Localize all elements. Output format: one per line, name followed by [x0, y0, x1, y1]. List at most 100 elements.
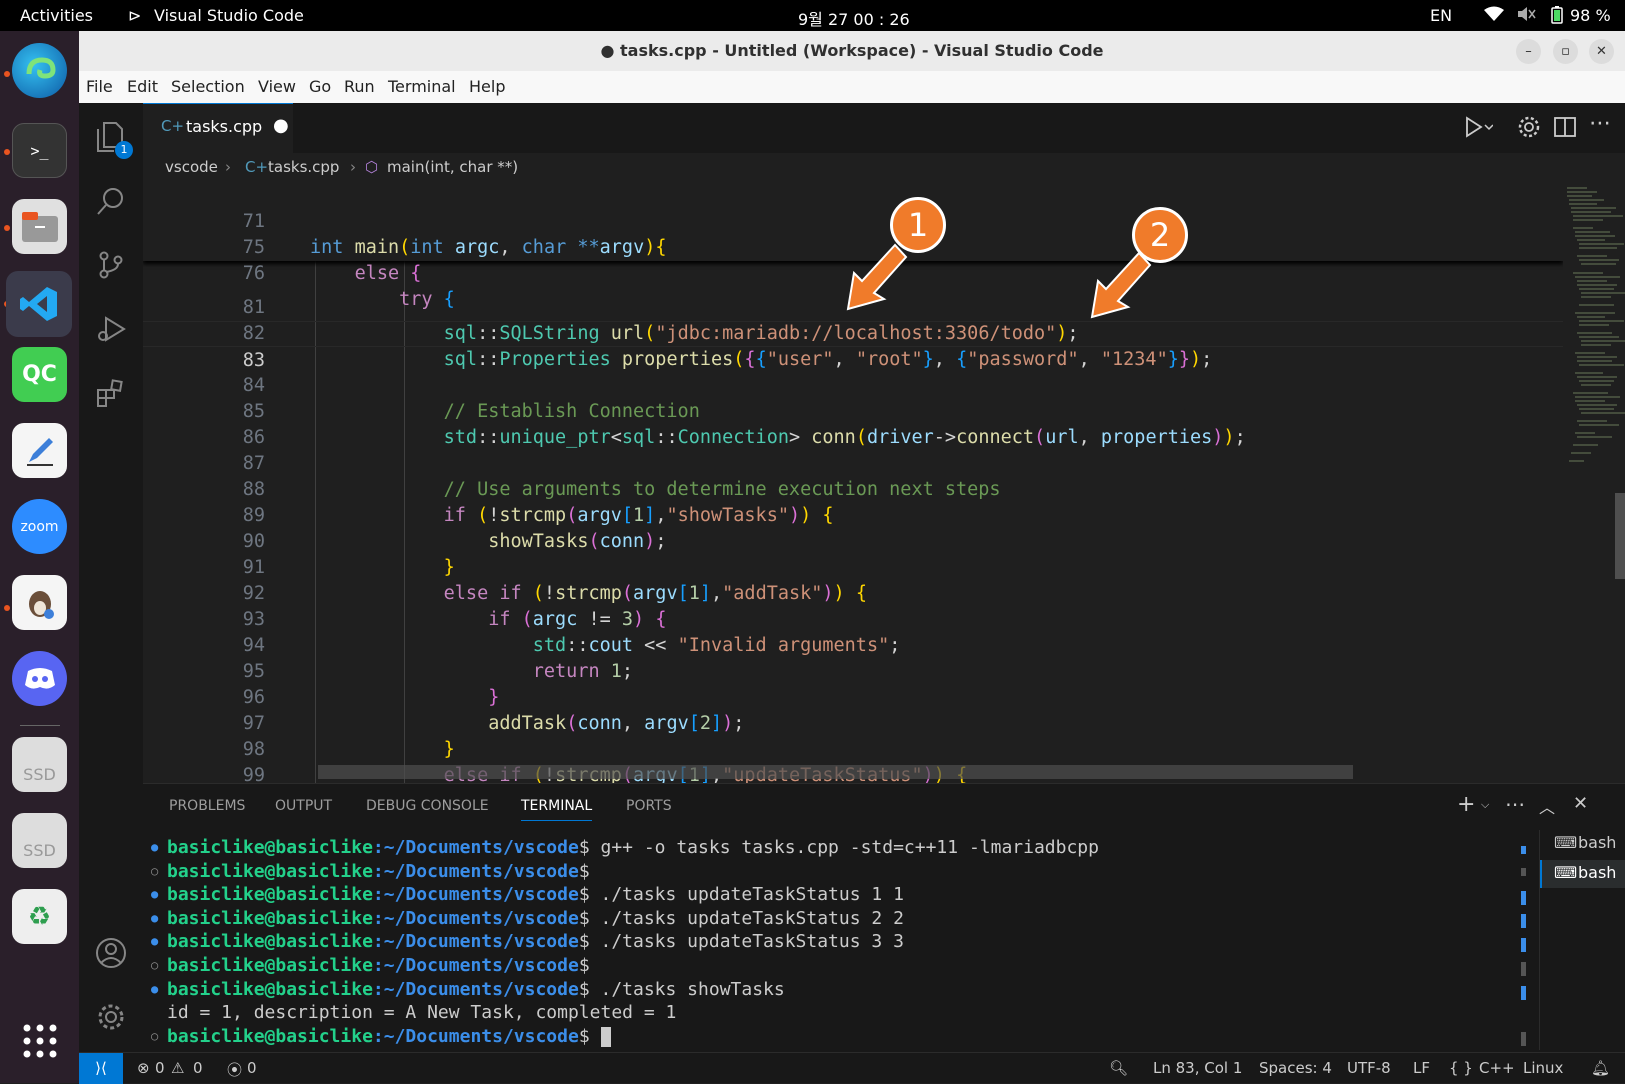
app-menu[interactable]: Visual Studio Code — [154, 6, 304, 25]
remote-indicator-icon[interactable]: ⟩⟨ — [79, 1053, 123, 1084]
error-count[interactable]: 0 — [155, 1059, 165, 1077]
terminal-instance-bash[interactable]: ⌨ bash — [1540, 830, 1625, 858]
tab-debug-console[interactable]: DEBUG CONSOLE — [366, 798, 489, 814]
close-panel-icon[interactable]: ✕ — [1573, 793, 1588, 814]
window-titlebar[interactable]: ● tasks.cpp - Untitled (Workspace) - Vis… — [79, 31, 1625, 71]
trash-icon[interactable]: ♻ — [12, 889, 67, 944]
terminal-scrollbar[interactable] — [1521, 846, 1526, 1046]
new-terminal-plus-icon[interactable]: + — [1457, 792, 1475, 817]
code-line[interactable]: 92 if (argc != 3) { — [143, 555, 1563, 630]
ports-count[interactable]: 0 — [247, 1059, 257, 1077]
breadcrumb-file[interactable]: tasks.cpp — [268, 158, 339, 176]
line-ending[interactable]: LF — [1413, 1059, 1430, 1077]
code-line[interactable]: 98 else if (!strcmp(argv[1],"updateTaskS… — [143, 711, 1563, 783]
command-success-dot-icon[interactable]: ● — [151, 907, 158, 931]
terminal-output[interactable]: basiclike@basiclike:~/Documents/vscode$ … — [143, 836, 1523, 1066]
code-line[interactable]: 90 } — [143, 503, 1563, 578]
menu-file[interactable]: File — [86, 77, 113, 96]
menu-selection[interactable]: Selection — [171, 77, 245, 96]
tab-ports[interactable]: PORTS — [626, 798, 672, 814]
terminal-app-icon[interactable]: >_ — [12, 123, 67, 178]
ssd-drive-icon-2[interactable]: SSD — [12, 813, 67, 868]
explorer-icon[interactable]: 1 — [91, 117, 133, 159]
minimize-button[interactable]: – — [1516, 39, 1541, 64]
menu-help[interactable]: Help — [469, 77, 505, 96]
code-line[interactable]: 94 return 1; — [143, 607, 1563, 682]
code-line[interactable]: 86 — [143, 399, 1563, 448]
code-line[interactable]: 91 else if (!strcmp(argv[1],"addTask")) … — [143, 529, 1563, 604]
search-icon[interactable] — [91, 181, 131, 221]
dbeaver-icon[interactable] — [12, 575, 67, 630]
menu-terminal[interactable]: Terminal — [388, 77, 456, 96]
menu-run[interactable]: Run — [344, 77, 375, 96]
code-line[interactable]: 96 addTask(conn, argv[2]); — [143, 659, 1563, 734]
wifi-icon[interactable] — [1484, 6, 1504, 26]
menu-go[interactable]: Go — [309, 77, 331, 96]
discord-icon[interactable] — [12, 651, 67, 706]
command-empty-dot-icon[interactable]: ○ — [151, 860, 158, 884]
volume-muted-icon[interactable] — [1516, 6, 1536, 26]
code-line[interactable]: 71 int main(int argc, char **argv){ — [143, 183, 1563, 258]
extensions-icon[interactable] — [91, 373, 131, 413]
close-window-button[interactable]: ✕ — [1589, 39, 1614, 64]
command-success-dot-icon[interactable]: ● — [151, 883, 158, 907]
more-actions-icon[interactable]: ⋯ — [1505, 792, 1525, 816]
code-line[interactable]: 75 else { — [143, 209, 1563, 284]
os-indicator[interactable]: Linux — [1523, 1059, 1563, 1077]
indentation[interactable]: Spaces: 4 — [1259, 1059, 1332, 1077]
zoom-search-icon[interactable]: 🔍︎ — [1109, 1059, 1128, 1077]
tab-problems[interactable]: PROBLEMS — [169, 798, 245, 814]
unsaved-dot-icon[interactable]: ● — [273, 115, 289, 136]
command-success-dot-icon[interactable]: ● — [151, 930, 158, 954]
run-code-icon[interactable] — [1463, 115, 1494, 145]
vscode-dock-icon[interactable] — [6, 271, 72, 337]
breadcrumb-folder[interactable]: vscode — [165, 158, 218, 176]
edge-browser-icon[interactable] — [12, 43, 67, 98]
settings-gear-icon[interactable] — [1517, 115, 1541, 143]
warning-icon[interactable]: ⚠ — [171, 1059, 184, 1077]
command-empty-dot-icon[interactable]: ○ — [151, 1025, 158, 1049]
terminal-instance-bash-active[interactable]: ⌨ bash — [1540, 860, 1625, 888]
tab-output[interactable]: OUTPUT — [275, 798, 332, 814]
ports-broadcast-icon[interactable]: ⦿ — [227, 1059, 242, 1080]
maximize-panel-icon[interactable]: ︿ — [1539, 794, 1555, 818]
code-line[interactable]: 99 if (argc != 4) { — [143, 737, 1563, 783]
menu-edit[interactable]: Edit — [127, 77, 158, 96]
cursor-position[interactable]: Ln 83, Col 1 — [1153, 1059, 1242, 1077]
battery-icon[interactable] — [1551, 6, 1563, 28]
activities-button[interactable]: Activities — [20, 6, 93, 25]
split-editor-icon[interactable] — [1553, 115, 1577, 143]
maximize-button[interactable]: ▫ — [1553, 39, 1578, 64]
code-line[interactable]: 95 } — [143, 633, 1563, 708]
source-control-icon[interactable] — [91, 245, 131, 285]
language-indicator[interactable]: EN — [1430, 6, 1452, 25]
notifications-bell-icon[interactable]: 🔔︎ — [1591, 1059, 1610, 1077]
text-editor-icon[interactable] — [12, 423, 67, 478]
vertical-scrollbar-thumb[interactable] — [1615, 493, 1625, 579]
run-debug-icon[interactable] — [91, 309, 131, 349]
language-mode[interactable]: C++ — [1479, 1059, 1515, 1077]
language-braces-icon[interactable]: { } — [1449, 1059, 1473, 1077]
more-actions-icon[interactable]: ⋯ — [1589, 111, 1611, 136]
tab-tasks-cpp[interactable]: C+ tasks.cpp ● — [143, 103, 293, 153]
command-success-dot-icon[interactable]: ● — [151, 978, 158, 1002]
minimap[interactable] — [1563, 183, 1625, 783]
code-line[interactable]: 89 showTasks(conn); — [143, 477, 1563, 552]
code-line[interactable]: 97 } — [143, 685, 1563, 760]
clock[interactable]: 9월 27 00 : 26 — [798, 6, 910, 30]
code-line[interactable]: 85 std::unique_ptr<sql::Connection> conn… — [143, 373, 1563, 448]
chevron-down-icon[interactable]: ⌵ — [1481, 798, 1489, 812]
ssd-drive-icon[interactable]: SSD — [12, 737, 67, 792]
show-apps-grid-icon[interactable] — [12, 1013, 67, 1068]
horizontal-scrollbar[interactable] — [318, 765, 1353, 779]
errors-icon[interactable]: ⊗ — [137, 1059, 150, 1077]
accounts-icon[interactable] — [91, 933, 131, 973]
settings-gear-icon[interactable] — [91, 997, 131, 1037]
files-app-icon[interactable] — [12, 199, 67, 254]
code-line[interactable]: 93 std::cout << "Invalid arguments"; — [143, 581, 1563, 656]
menu-view[interactable]: View — [258, 77, 296, 96]
qt-creator-icon[interactable]: QC — [12, 347, 67, 402]
warning-count[interactable]: 0 — [193, 1059, 203, 1077]
command-success-dot-icon[interactable]: ● — [151, 836, 158, 860]
breadcrumb-symbol[interactable]: main(int, char **) — [387, 158, 518, 176]
